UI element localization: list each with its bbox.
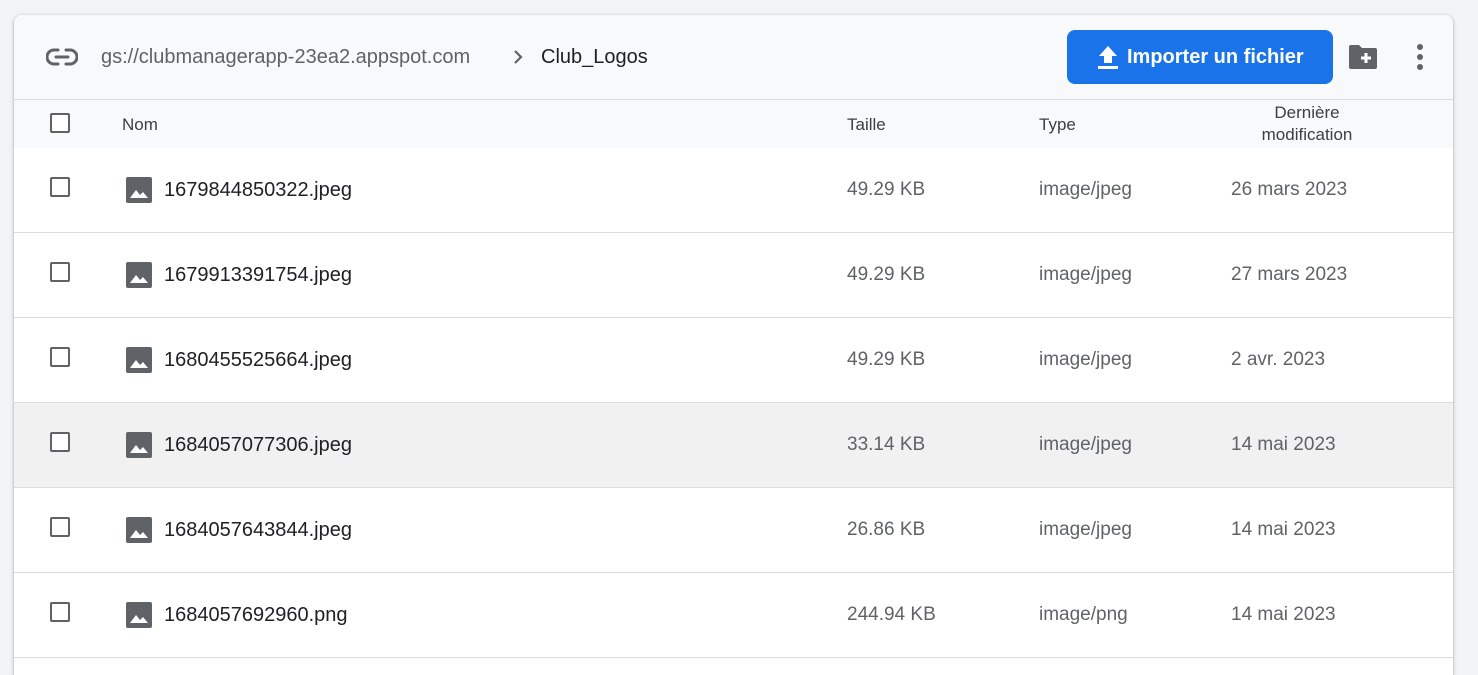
table-row[interactable]: 1684057643844.jpeg 26.86 KB image/jpeg 14 m… xyxy=(14,488,1453,573)
row-checkbox[interactable] xyxy=(50,262,70,282)
image-file-icon xyxy=(126,517,152,543)
row-checkbox[interactable] xyxy=(50,602,70,622)
image-file-icon xyxy=(126,347,152,373)
image-file-icon xyxy=(126,602,152,628)
upload-file-button[interactable]: Importer un fichier xyxy=(1067,30,1333,84)
column-header-modified-line1: Dernière xyxy=(1274,103,1340,122)
file-type: image/jpeg xyxy=(1039,349,1132,370)
more-vert-icon[interactable] xyxy=(1412,42,1428,72)
file-modified-date: 27 mars 2023 xyxy=(1231,264,1348,285)
image-file-icon xyxy=(126,262,152,288)
row-checkbox[interactable] xyxy=(50,347,70,367)
file-name-link[interactable]: 1680455525664.jpeg xyxy=(164,348,352,372)
file-name-link[interactable]: 1684057692960.png xyxy=(164,603,348,627)
file-name-link[interactable]: 1679844850322.jpeg xyxy=(164,178,352,202)
table-row[interactable]: 1679844850322.jpeg 49.29 KB image/jpeg 26 m… xyxy=(14,148,1453,233)
table-row[interactable]: 1684057077306.jpeg 33.14 KB image/jpeg 14 m… xyxy=(14,403,1453,488)
chevron-right-icon xyxy=(514,50,523,64)
file-size: 49.29 KB xyxy=(847,179,926,200)
bucket-path-link[interactable]: gs://clubmanagerapp-23ea2.appspot.com xyxy=(101,45,470,69)
file-modified-date: 14 mai 2023 xyxy=(1231,434,1336,455)
file-modified-date: 14 mai 2023 xyxy=(1231,519,1336,540)
upload-file-label: Importer un fichier xyxy=(1127,45,1304,68)
link-icon[interactable] xyxy=(46,44,78,70)
toolbar: gs://clubmanagerapp-23ea2.appspot.com Cl… xyxy=(14,15,1453,100)
file-size: 49.29 KB xyxy=(847,349,926,370)
file-type: image/jpeg xyxy=(1039,519,1132,540)
file-type: image/png xyxy=(1039,604,1128,625)
file-size: 244.94 KB xyxy=(847,604,936,625)
file-type: image/jpeg xyxy=(1039,264,1132,285)
column-header-modified[interactable]: Dernière modification xyxy=(1207,102,1407,146)
image-file-icon xyxy=(126,177,152,203)
row-checkbox[interactable] xyxy=(50,432,70,452)
table-row[interactable]: 1680455525664.jpeg 49.29 KB image/jpeg 2 av… xyxy=(14,318,1453,403)
row-checkbox[interactable] xyxy=(50,177,70,197)
file-modified-date: 26 mars 2023 xyxy=(1231,179,1348,200)
row-checkbox[interactable] xyxy=(50,517,70,537)
file-size: 33.14 KB xyxy=(847,434,926,455)
current-folder-crumb[interactable]: Club_Logos xyxy=(541,45,648,69)
create-folder-icon[interactable] xyxy=(1347,43,1379,71)
image-file-icon xyxy=(126,432,152,458)
select-all-checkbox[interactable] xyxy=(50,113,70,133)
file-size: 49.29 KB xyxy=(847,264,926,285)
file-size: 26.86 KB xyxy=(847,519,926,540)
column-header-modified-line2: modification xyxy=(1261,125,1353,144)
upload-icon xyxy=(1098,46,1118,69)
file-modified-date: 14 mai 2023 xyxy=(1231,604,1336,625)
table-header: Nom Taille Type Dernière modification xyxy=(14,100,1453,149)
file-name-link[interactable]: 1679913391754.jpeg xyxy=(164,263,352,287)
column-header-type[interactable]: Type xyxy=(1039,114,1076,136)
file-modified-date: 2 avr. 2023 xyxy=(1231,349,1326,370)
column-header-name[interactable]: Nom xyxy=(122,114,158,136)
column-header-size[interactable]: Taille xyxy=(847,114,886,136)
table-row[interactable]: 1679913391754.jpeg 49.29 KB image/jpeg 27 m… xyxy=(14,233,1453,318)
file-name-link[interactable]: 1684057643844.jpeg xyxy=(164,518,352,542)
table-row[interactable]: 1684057692960.png 244.94 KB image/png 14 ma… xyxy=(14,573,1453,658)
storage-browser-card: gs://clubmanagerapp-23ea2.appspot.com Cl… xyxy=(14,15,1453,675)
file-type: image/jpeg xyxy=(1039,179,1132,200)
file-name-link[interactable]: 1684057077306.jpeg xyxy=(164,433,352,457)
file-type: image/jpeg xyxy=(1039,434,1132,455)
